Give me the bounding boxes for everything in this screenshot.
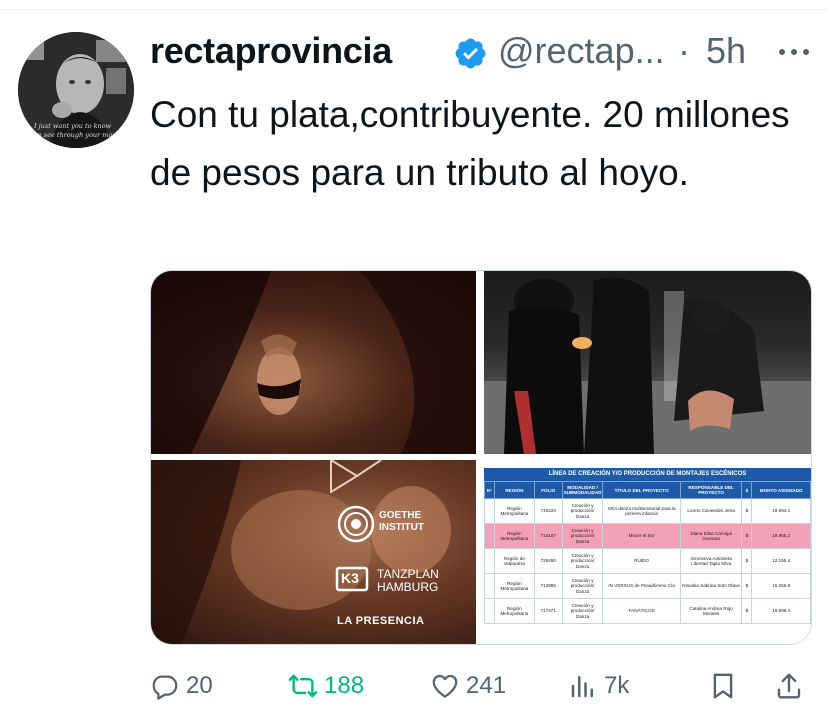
table-header-cell: N°	[484, 481, 495, 499]
table-cell: Región Metropolitana	[493, 598, 535, 624]
table-cell	[484, 498, 495, 524]
action-bar: 20 188 241 7k	[150, 664, 810, 708]
funding-table: N° REGIÓN FOLIO MODALIDAD / SUBMODALIDAD…	[484, 481, 811, 624]
bookmark-icon	[713, 673, 733, 699]
table-cell: FANÁTICOS	[602, 598, 681, 624]
dancer-silhouette-graphic	[151, 271, 476, 454]
media-grid: GOETHE INSTITUT K3 TANZPLAN HAMBURG LA P…	[150, 270, 812, 645]
like-icon	[432, 674, 458, 698]
table-cell: Creación y producción/ Danza	[561, 523, 604, 549]
table-cell: $	[741, 498, 753, 524]
table-cell: RUIDO	[602, 548, 681, 574]
table-row: Región Metropolitana 712885 Creación y p…	[484, 573, 811, 599]
table-header-cell: TÍTULO DEL PROYECTO	[602, 481, 681, 499]
table-header-cell: RESPONSABLE DEL PROYECTO	[679, 481, 743, 499]
table-row: Región Metropolitana 716220 Creación y p…	[484, 498, 811, 524]
table-cell: $	[741, 548, 753, 574]
more-icon[interactable]	[776, 44, 812, 60]
table-cell: 19.955.2	[751, 523, 811, 549]
reply-count: 20	[186, 672, 213, 699]
table-cell: Ninoska Sabrina Soto Olave	[679, 573, 743, 599]
like-button[interactable]: 241	[430, 664, 506, 708]
retweet-icon	[288, 674, 318, 698]
table-cell: 726480	[533, 548, 563, 574]
table-header-cell: FOLIO	[533, 481, 563, 499]
tweet-text: Con tu plata,contribuyente. 20 millones …	[150, 94, 790, 193]
table-cell: Creación y producción/ Danza	[561, 548, 604, 574]
tweet-time[interactable]: 5h	[706, 30, 746, 72]
media-image-2[interactable]	[484, 271, 811, 454]
media-image-3[interactable]: GOETHE INSTITUT K3 TANZPLAN HAMBURG LA P…	[151, 460, 476, 644]
table-cell: $	[741, 573, 753, 599]
table-cell: IN VERSUS de Pseudónimo Cía	[602, 573, 681, 599]
poster-caption: LA PRESENCIA	[337, 615, 425, 627]
table-cell: Catalina Andrea Rojo Morales	[679, 598, 743, 624]
poster-graphic	[151, 460, 451, 644]
bookmark-button[interactable]	[708, 664, 738, 708]
table-cell: 714187	[533, 523, 563, 549]
table-row: Región Metropolitana 717471 Creación y p…	[484, 598, 811, 624]
table-cell: 716220	[533, 498, 563, 524]
table-cell: 717471	[533, 598, 563, 624]
tweet-header: rectaprovincia @rectap... · 5h	[150, 28, 810, 78]
table-header-row: N° REGIÓN FOLIO MODALIDAD / SUBMODALIDAD…	[484, 481, 811, 499]
table-cell: 12.155.4	[751, 548, 811, 574]
table-row-highlighted: Región Metropolitana 714187 Creación y p…	[484, 523, 811, 549]
table-header-cell: $	[741, 481, 753, 499]
table-row: Región de Valparaíso 726480 Creación y p…	[484, 548, 811, 574]
retweet-button[interactable]: 188	[288, 664, 364, 708]
retweet-count: 188	[324, 672, 365, 699]
goethe-line-1: GOETHE	[379, 510, 422, 521]
table-cell: Diana Elisa Carvajal Guevara	[679, 523, 743, 549]
table-header-cell: MONTO ASIGNADO	[751, 481, 811, 499]
table-cell: 19.999.4	[751, 598, 811, 624]
table-cell: Región Metropolitana	[493, 573, 535, 599]
goethe-line-2: INSTITUT	[379, 522, 424, 533]
media-image-1[interactable]	[151, 271, 476, 454]
views-icon	[571, 676, 593, 698]
author-name[interactable]: rectaprovincia	[150, 30, 392, 72]
table-cell: 19.994.1	[751, 498, 811, 524]
stage-dancers-graphic	[484, 277, 811, 454]
table-cell: Región Metropolitana	[493, 498, 535, 524]
reply-icon	[152, 675, 178, 700]
table-cell	[484, 573, 495, 599]
avatar-caption-1: I just want you to know	[33, 122, 112, 130]
media-image-4[interactable]: LÍNEA DE CREACIÓN Y/O PRODUCCIÓN DE MONT…	[484, 460, 811, 644]
share-icon	[777, 673, 801, 699]
tanzplan-line-2: HAMBURG	[377, 580, 439, 594]
separator-dot: ·	[678, 30, 690, 71]
table-cell: $	[741, 598, 753, 624]
table-cell: $	[741, 523, 753, 549]
table-cell	[484, 523, 495, 549]
views-count: 7k	[604, 672, 630, 699]
avatar-caption-2: can see through your mask	[30, 131, 120, 139]
table-header-cell: MODALIDAD / SUBMODALIDAD	[561, 481, 604, 499]
table-cell	[484, 598, 495, 624]
table-cell: Región Metropolitana	[493, 523, 535, 549]
views-button[interactable]: 7k	[568, 664, 629, 708]
doc-title: LÍNEA DE CREACIÓN Y/O PRODUCCIÓN DE MONT…	[484, 468, 811, 481]
table-cell: Mover el Sur	[602, 523, 681, 549]
table-cell: Región de Valparaíso	[493, 548, 535, 574]
table-header-cell: REGIÓN	[493, 481, 535, 499]
share-button[interactable]	[774, 664, 804, 708]
author-handle[interactable]: @rectap...	[498, 30, 665, 72]
avatar[interactable]: I just want you to know can see through …	[18, 32, 134, 148]
verified-badge-icon	[455, 38, 486, 69]
table-cell: Creación y producción/ Danza	[561, 573, 604, 599]
top-divider	[0, 9, 828, 10]
table-cell: 712885	[533, 573, 563, 599]
table-cell: Creación y producción/ Danza	[561, 498, 604, 524]
table-cell: 15.256.8	[751, 573, 811, 599]
tanzplan-logo: K3	[341, 570, 359, 586]
table-cell: GEA danza multisensorial para la primera…	[602, 498, 681, 524]
reply-button[interactable]: 20	[150, 664, 213, 708]
table-cell	[484, 548, 495, 574]
table-cell: Creación y producción/ Danza	[561, 598, 604, 624]
like-count: 241	[466, 672, 507, 699]
avatar-image: I just want you to know can see through …	[18, 32, 134, 148]
table-cell: Genoveva Antonieta Libertad Tapia Silva	[679, 548, 743, 574]
table-cell: Loreto Cavieedes Jerta	[679, 498, 743, 524]
